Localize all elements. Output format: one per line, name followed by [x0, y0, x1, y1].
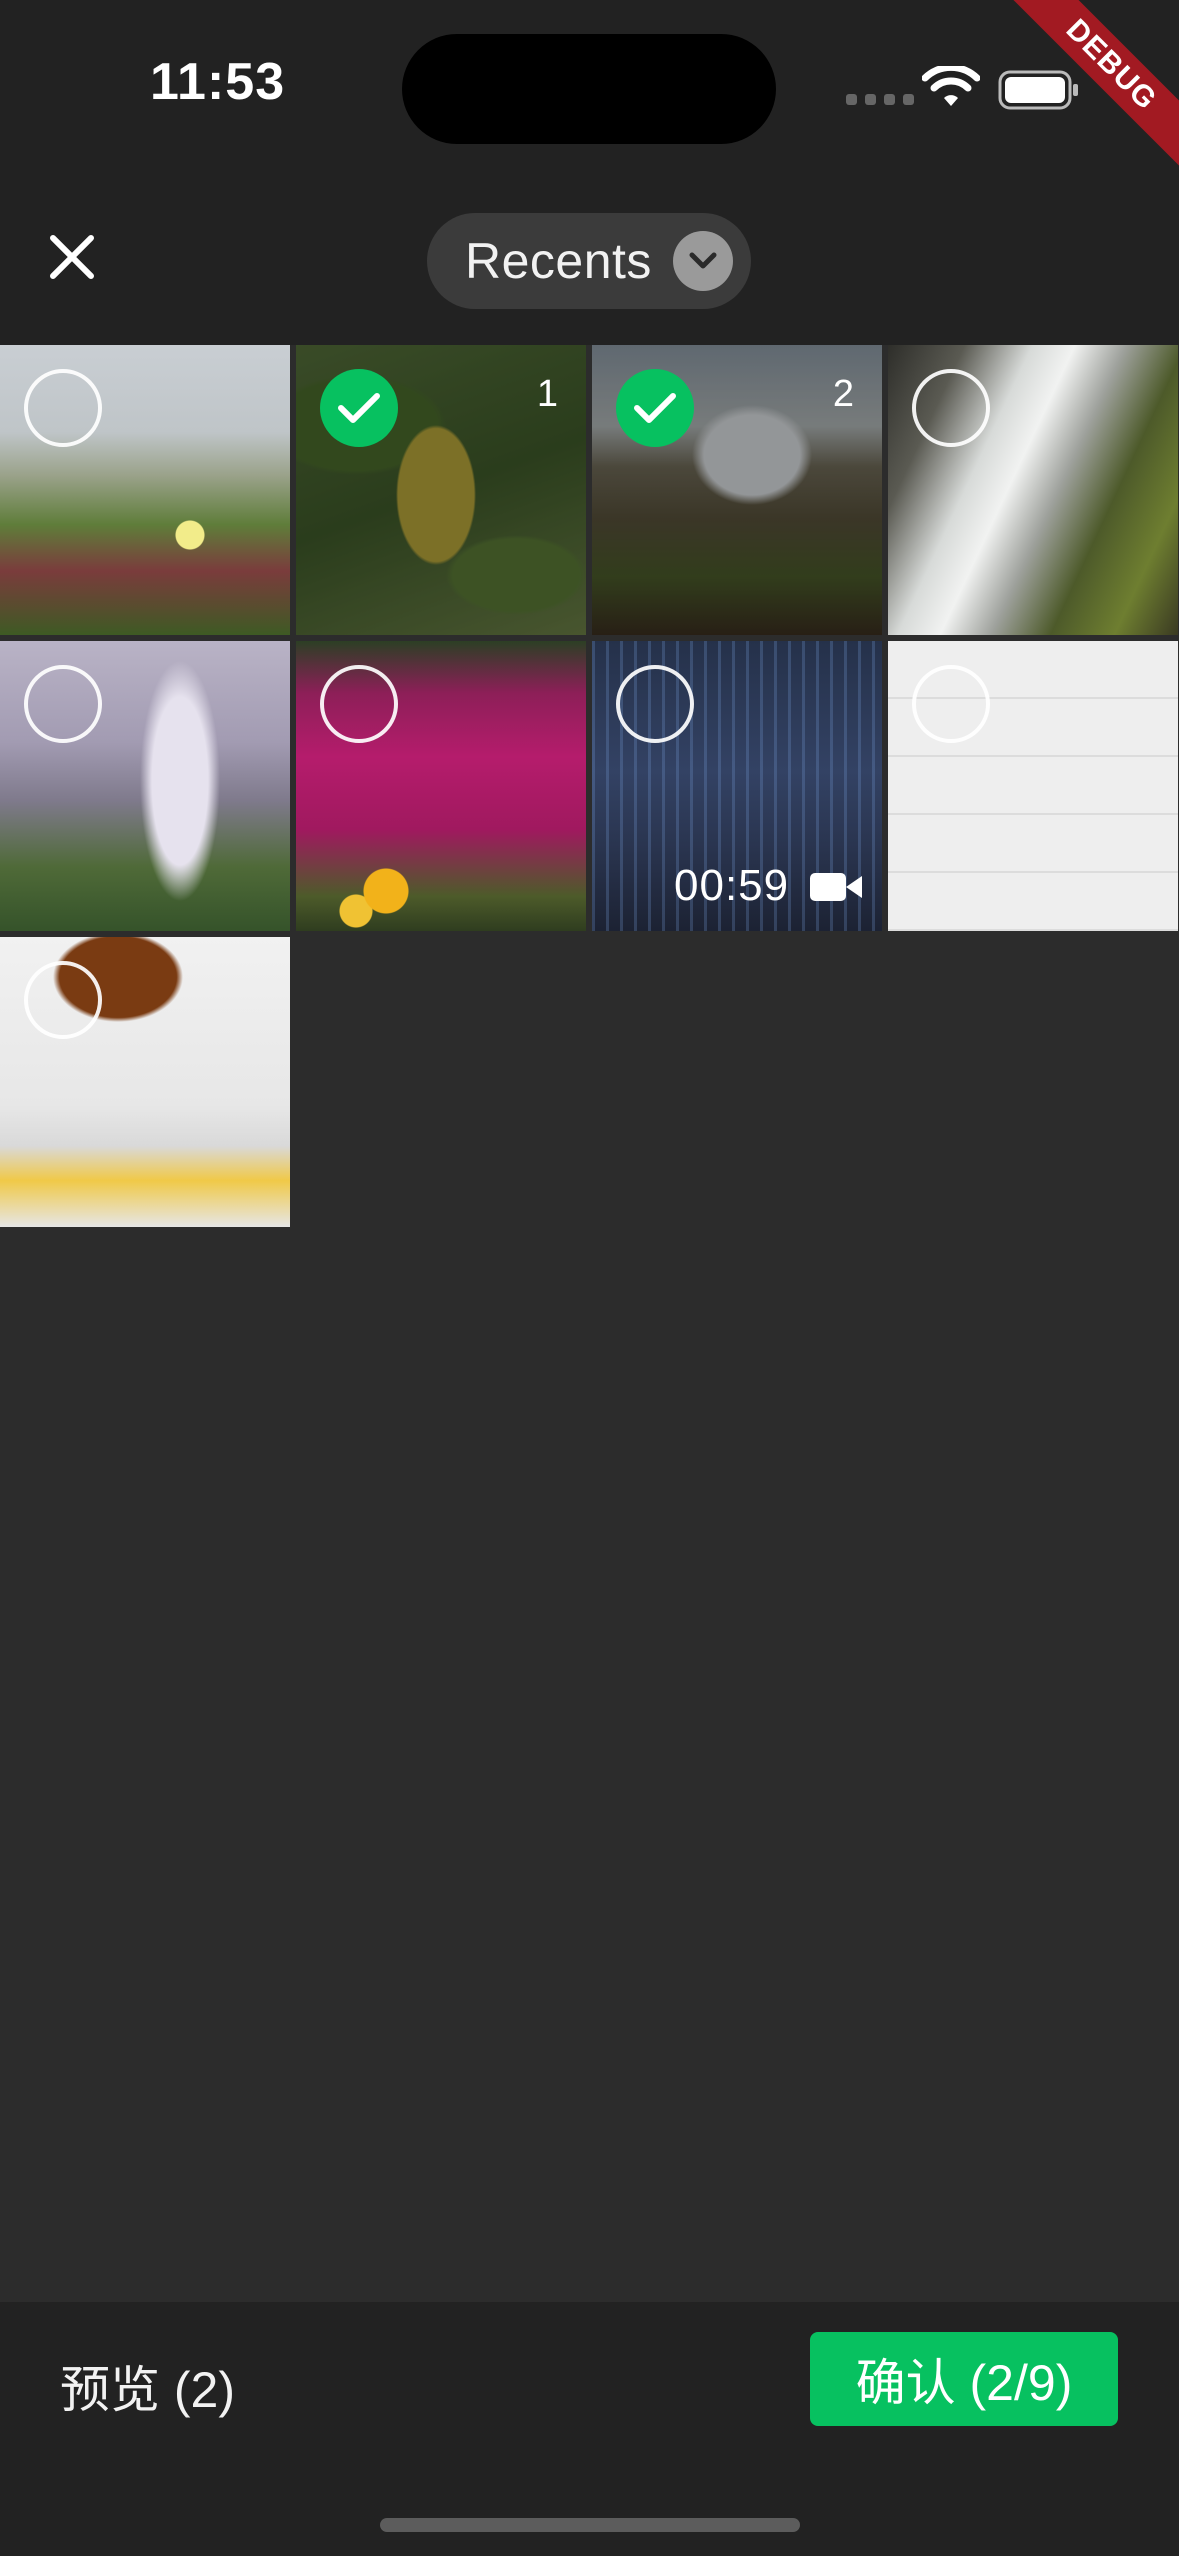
photo-tile[interactable] [888, 345, 1178, 635]
select-circle[interactable] [616, 665, 694, 743]
album-selector[interactable]: Recents [427, 213, 751, 309]
picker-header: Recents [0, 180, 1179, 345]
photo-tile[interactable] [0, 345, 290, 635]
photo-tile[interactable] [0, 641, 290, 931]
select-circle[interactable] [24, 961, 102, 1039]
select-circle[interactable] [24, 665, 102, 743]
status-bar: 11:53 DEBUG [0, 0, 1179, 180]
status-time: 11:53 [150, 53, 286, 111]
video-tile[interactable]: 00:59 [592, 641, 882, 931]
battery-icon [998, 70, 1078, 110]
select-circle[interactable] [24, 369, 102, 447]
bottom-action-bar: 预览 (2) 确认 (2/9) [0, 2302, 1179, 2556]
dynamic-island [402, 34, 776, 144]
select-circle[interactable] [912, 665, 990, 743]
wifi-icon [922, 66, 980, 106]
selection-order: 1 [536, 373, 558, 415]
close-icon [50, 235, 94, 279]
preview-button[interactable]: 预览 (2) [60, 2350, 235, 2422]
photo-tile[interactable] [296, 641, 586, 931]
confirm-button[interactable]: 确认 (2/9) [810, 2332, 1118, 2426]
selected-check-icon[interactable] [616, 369, 694, 447]
select-circle[interactable] [320, 665, 398, 743]
chevron-down-icon [673, 231, 733, 291]
selection-order: 2 [832, 373, 854, 415]
video-duration: 00:59 [674, 861, 790, 910]
photo-tile[interactable]: 1 [296, 345, 586, 635]
close-button[interactable] [40, 225, 104, 289]
select-circle[interactable] [912, 369, 990, 447]
photo-picker-screen: 11:53 DEBUG Recents 1 2 00:59 预览 (2) 确认 … [0, 0, 1179, 2556]
home-indicator [380, 2518, 800, 2532]
cellular-signal-icon [846, 94, 914, 105]
photo-tile[interactable] [888, 641, 1178, 931]
photo-tile[interactable] [0, 937, 290, 1227]
album-label: Recents [465, 233, 652, 289]
photo-tile[interactable]: 2 [592, 345, 882, 635]
video-camera-icon [810, 873, 862, 901]
selected-check-icon[interactable] [320, 369, 398, 447]
